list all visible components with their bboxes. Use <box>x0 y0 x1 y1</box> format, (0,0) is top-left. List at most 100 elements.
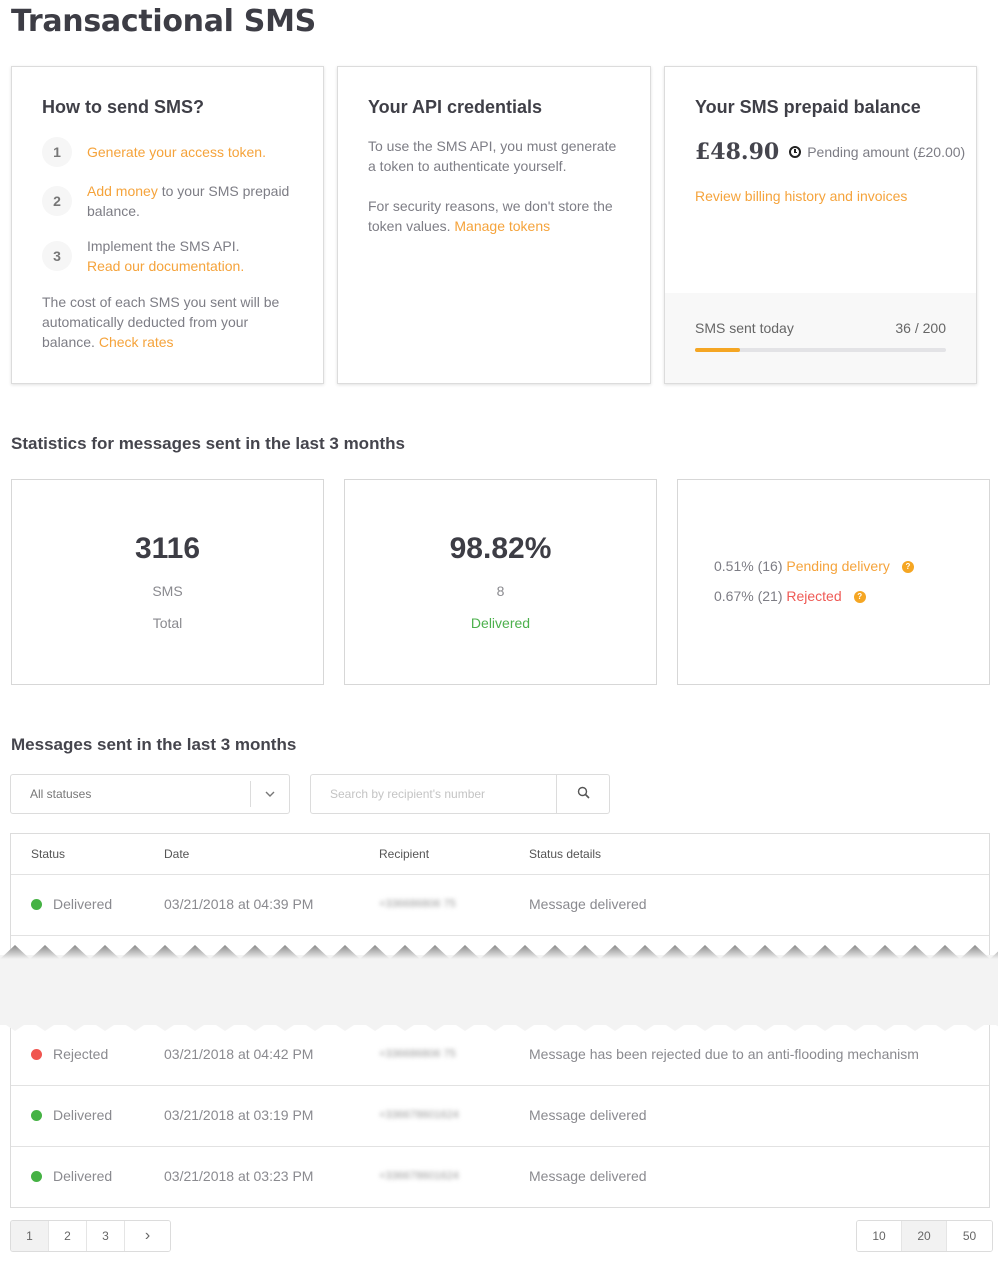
stat-rejected-label: Rejected <box>786 588 842 604</box>
status-filter-select[interactable]: All statuses <box>10 774 290 814</box>
chevron-down-icon <box>265 791 275 797</box>
status-dot-icon <box>31 1171 42 1182</box>
page-size-selector: 10 20 50 <box>856 1220 993 1252</box>
help-icon[interactable]: ? <box>853 590 866 603</box>
stat-delivered-count: 8 <box>496 583 505 599</box>
row-status: Delivered <box>53 1107 113 1123</box>
stat-total-value: 3116 <box>134 532 201 565</box>
manage-tokens-link[interactable]: Manage tokens <box>454 218 550 234</box>
column-date[interactable]: Date <box>164 847 189 861</box>
row-recipient: +336686806 75 <box>379 1048 456 1060</box>
row-status-details: Message has been rejected due to an anti… <box>529 1046 919 1062</box>
row-date: 03/21/2018 at 03:19 PM <box>164 1107 314 1123</box>
billing-history-link[interactable]: Review billing history and invoices <box>695 188 907 204</box>
stat-total-label: Total <box>152 615 183 631</box>
sms-quota-panel: SMS sent today 36 / 200 <box>665 293 976 383</box>
stat-delivered-label: Delivered <box>470 615 531 631</box>
row-status: Rejected <box>53 1046 109 1062</box>
documentation-link[interactable]: Read our documentation. <box>87 256 244 276</box>
sms-quota-progress <box>695 348 946 352</box>
status-dot-icon <box>31 899 42 910</box>
column-status[interactable]: Status <box>31 847 65 861</box>
column-recipient[interactable]: Recipient <box>379 847 429 861</box>
step-3: 3 Implement the SMS API. Read our documen… <box>42 236 244 276</box>
table-row[interactable]: Delivered 03/21/2018 at 03:23 PM +33667860… <box>11 1147 989 1207</box>
table-row[interactable]: Delivered 03/21/2018 at 03:19 PM +33667860… <box>11 1086 989 1147</box>
stat-delivered-value: 98.82% <box>449 532 552 565</box>
page-2-button[interactable]: 2 <box>49 1221 87 1251</box>
status-dot-icon <box>31 1049 42 1060</box>
step-number: 2 <box>42 186 72 216</box>
sms-quota-progress-fill <box>695 348 741 352</box>
stat-rejected-row: 0.67% (21) Rejected? <box>714 588 866 604</box>
recipient-search-input[interactable]: Search by recipient's number <box>330 787 485 801</box>
page-size-20[interactable]: 20 <box>902 1221 947 1251</box>
torn-bottom-edge <box>0 1021 998 1031</box>
page-3-button[interactable]: 3 <box>87 1221 125 1251</box>
search-icon[interactable] <box>577 786 591 800</box>
row-recipient: +336678601624 <box>379 1170 459 1182</box>
generate-token-link[interactable]: Generate your access token. <box>87 144 266 160</box>
api-credentials-card: Your API credentials To use the SMS API,… <box>337 66 651 384</box>
how-to-card: How to send SMS? 1 Generate your access … <box>11 66 324 384</box>
row-date: 03/21/2018 at 03:23 PM <box>164 1168 314 1184</box>
page-title: Transactional SMS <box>11 4 316 39</box>
api-para-2: For security reasons, we don't store the… <box>368 196 623 236</box>
row-recipient: +336686806 75 <box>379 898 456 910</box>
select-divider <box>250 781 251 807</box>
stat-delivered-card: 98.82% 8 Delivered <box>344 479 657 685</box>
help-icon[interactable]: ? <box>901 560 914 573</box>
messages-title: Messages sent in the last 3 months <box>11 735 297 754</box>
stat-total-unit: SMS <box>152 583 183 599</box>
balance-row: £48.90 Pending amount (£20.00) <box>695 139 965 165</box>
balance-title: Your SMS prepaid balance <box>695 97 921 117</box>
step-1: 1 Generate your access token. <box>42 137 266 167</box>
api-para-1: To use the SMS API, you must generate a … <box>368 138 617 174</box>
sms-sent-today-value: 36 / 200 <box>895 320 946 336</box>
table-row[interactable]: Delivered 03/21/2018 at 04:39 PM +33668680… <box>11 875 989 936</box>
column-status-details[interactable]: Status details <box>529 847 601 861</box>
row-status-details: Message delivered <box>529 1107 647 1123</box>
page-size-10[interactable]: 10 <box>857 1221 902 1251</box>
row-date: 03/21/2018 at 04:39 PM <box>164 896 314 912</box>
row-status: Delivered <box>53 896 113 912</box>
status-dot-icon <box>31 1110 42 1121</box>
torn-top-edge <box>0 945 998 959</box>
step-3-text: Implement the SMS API. <box>87 238 240 254</box>
sms-sent-today-label: SMS sent today <box>695 320 794 336</box>
row-recipient: +336678601624 <box>379 1109 459 1121</box>
stat-rejected-value: 0.67% (21) <box>714 588 783 604</box>
cost-note: The cost of each SMS you sent will be au… <box>42 292 292 352</box>
statistics-title: Statistics for messages sent in the last… <box>11 434 405 453</box>
stat-total-card: 3116 SMS Total <box>11 479 324 685</box>
api-title: Your API credentials <box>368 97 543 117</box>
torn-edge-overlay <box>0 945 998 1031</box>
row-date: 03/21/2018 at 04:42 PM <box>164 1046 314 1062</box>
step-number: 1 <box>42 137 72 167</box>
stat-pending-label: Pending delivery <box>786 558 890 574</box>
step-2: 2 Add money to your SMS prepaid balance. <box>42 181 302 221</box>
add-money-link[interactable]: Add money <box>87 183 158 199</box>
next-page-icon[interactable]: › <box>125 1221 170 1251</box>
stat-pending-value: 0.51% (16) <box>714 558 783 574</box>
step-number: 3 <box>42 241 72 271</box>
search-divider <box>556 775 557 813</box>
stat-other-card: 0.51% (16) Pending delivery? 0.67% (21) … <box>677 479 990 685</box>
status-filter-value: All statuses <box>30 787 92 801</box>
pagination: 1 2 3 › <box>10 1220 171 1252</box>
page-1-button[interactable]: 1 <box>11 1221 49 1251</box>
stat-pending-row: 0.51% (16) Pending delivery? <box>714 558 914 574</box>
how-to-title: How to send SMS? <box>42 97 204 117</box>
row-status: Delivered <box>53 1168 113 1184</box>
row-status-details: Message delivered <box>529 1168 647 1184</box>
check-rates-link[interactable]: Check rates <box>99 334 174 350</box>
clock-icon <box>789 146 802 158</box>
balance-amount: £48.90 <box>695 139 780 165</box>
table-row[interactable]: Rejected 03/21/2018 at 04:42 PM +336686806… <box>11 1025 989 1086</box>
pending-amount: Pending amount (£20.00) <box>807 144 966 160</box>
row-status-details: Message delivered <box>529 896 647 912</box>
recipient-search: Search by recipient's number <box>310 774 610 814</box>
balance-card: Your SMS prepaid balance £48.90 Pending … <box>664 66 977 384</box>
table-header: Status Date Recipient Status details <box>11 834 989 875</box>
page-size-50[interactable]: 50 <box>947 1221 992 1251</box>
